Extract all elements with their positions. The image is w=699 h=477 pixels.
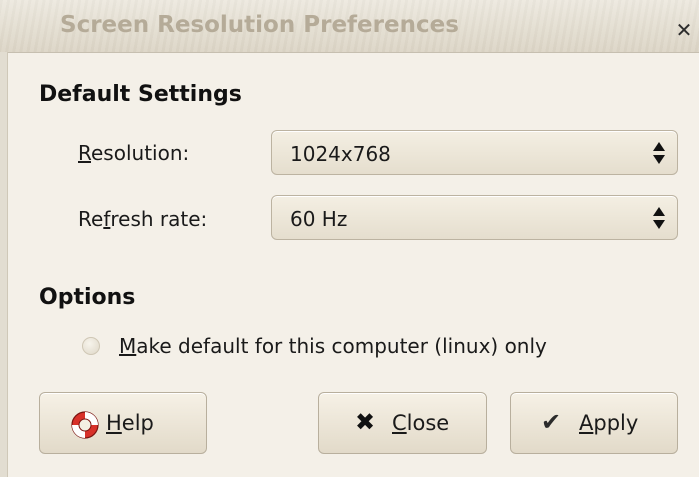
- apply-button[interactable]: ✔ Apply: [510, 392, 678, 454]
- refresh-rate-value: 60 Hz: [290, 207, 348, 231]
- combo-arrows-icon: [653, 140, 667, 166]
- resolution-label-text: esolution:: [91, 141, 190, 165]
- window-left-border: [0, 52, 8, 477]
- apply-label: Apply: [579, 411, 639, 435]
- options-heading: Options: [39, 285, 136, 310]
- refresh-rate-combobox[interactable]: 60 Hz: [271, 195, 678, 240]
- title-bar[interactable]: Screen Resolution Preferences ✕: [0, 0, 699, 53]
- resolution-label-mnemonic: R: [78, 141, 91, 165]
- refresh-rate-label-after: resh rate:: [110, 207, 208, 231]
- make-default-mnemonic: M: [119, 334, 137, 358]
- make-default-label[interactable]: Make default for this computer (linux) o…: [119, 334, 547, 358]
- lifebuoy-icon: [70, 410, 100, 444]
- help-label: Help: [106, 411, 154, 435]
- close-label: Close: [392, 411, 450, 435]
- window-title: Screen Resolution Preferences: [60, 12, 459, 38]
- resolution-label: Resolution:: [78, 141, 189, 165]
- window-close-icon[interactable]: ✕: [672, 18, 696, 42]
- help-button[interactable]: Help: [39, 392, 207, 454]
- make-default-text: ake default for this computer (linux) on…: [136, 334, 547, 358]
- refresh-rate-label: Refresh rate:: [78, 207, 207, 231]
- default-settings-heading: Default Settings: [39, 82, 242, 107]
- refresh-rate-label-before: Re: [78, 207, 104, 231]
- resolution-combobox[interactable]: 1024x768: [271, 130, 678, 175]
- combo-arrows-icon: [653, 205, 667, 231]
- close-icon: ✖: [355, 408, 376, 436]
- close-button[interactable]: ✖ Close: [318, 392, 487, 454]
- resolution-value: 1024x768: [290, 142, 391, 166]
- make-default-radio[interactable]: [82, 337, 100, 355]
- checkmark-icon: ✔: [541, 408, 562, 436]
